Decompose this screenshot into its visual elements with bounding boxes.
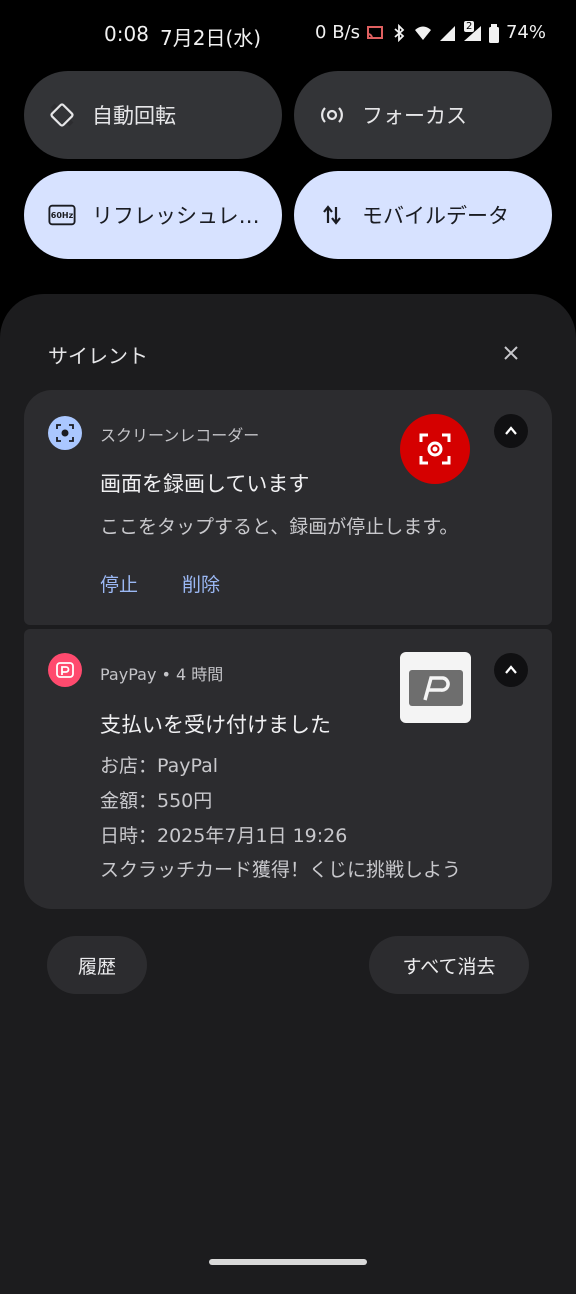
cast-icon <box>366 24 384 42</box>
refresh-rate-icon: 60Hz <box>48 201 76 229</box>
tile-label: モバイルデータ <box>362 204 509 228</box>
focus-icon <box>318 101 346 129</box>
notification-line: 日時：2025年7月1日 19:26 <box>100 825 348 847</box>
notification-line: お店：PayPal <box>100 755 219 777</box>
tile-mobile-data[interactable]: モバイルデータ <box>294 171 552 259</box>
tile-label: 自動回転 <box>92 104 176 128</box>
battery-icon <box>488 23 500 43</box>
screen-recorder-icon <box>48 416 82 450</box>
signal-badge: 2 <box>463 20 475 32</box>
tile-label: リフレッシュレ… <box>92 204 260 228</box>
signal-2-icon: 2 <box>462 20 482 42</box>
stop-button[interactable]: 停止 <box>100 570 138 597</box>
auto-rotate-icon <box>48 101 76 129</box>
paypay-icon <box>48 653 82 687</box>
app-name: スクリーンレコーダー <box>100 426 260 445</box>
notification-text: ここをタップすると、録画が停止します。 <box>100 516 459 538</box>
collapse-button[interactable] <box>494 653 528 687</box>
signal-icon <box>438 24 456 42</box>
chevron-up-icon <box>505 665 517 674</box>
tile-label: フォーカス <box>362 104 467 128</box>
wifi-icon <box>414 24 432 42</box>
battery-percent: 74% <box>505 22 546 43</box>
status-time: 0:08 <box>104 22 149 46</box>
net-speed: 0 B/s <box>315 22 360 43</box>
mobile-data-icon <box>318 201 346 229</box>
section-title: サイレント <box>48 344 148 368</box>
app-name: PayPay <box>100 665 157 684</box>
notification-line: 金額：550円 <box>100 790 213 812</box>
delete-button[interactable]: 削除 <box>182 570 220 597</box>
close-icon[interactable] <box>498 340 524 366</box>
collapse-button[interactable] <box>494 414 528 448</box>
status-date: 7月2日(水) <box>160 26 262 50</box>
app-header: PayPay • 4 時間 <box>100 665 224 684</box>
tile-focus[interactable]: フォーカス <box>294 71 552 159</box>
tile-refresh-rate[interactable]: 60Hz リフレッシュレ… <box>24 171 282 259</box>
tile-auto-rotate[interactable]: 自動回転 <box>24 71 282 159</box>
history-button[interactable]: 履歴 <box>47 936 147 994</box>
status-icons: 0 B/s 2 74% <box>315 20 546 43</box>
notification-title: 支払いを受け付けました <box>100 713 331 737</box>
status-bar: 0:08 7月2日(水) 0 B/s 2 74% <box>0 0 576 72</box>
chevron-up-icon <box>505 426 517 435</box>
record-icon <box>400 414 470 484</box>
paypay-card-icon <box>400 652 471 723</box>
notification-screen-recorder[interactable]: スクリーンレコーダー 画面を録画しています ここをタップすると、録画が停止します… <box>24 390 552 625</box>
notification-time: 4 時間 <box>176 665 224 684</box>
refresh-rate-icon-text: 60Hz <box>50 210 74 220</box>
notification-line: スクラッチカード獲得！くじに挑戦しよう <box>100 859 462 881</box>
clear-all-button[interactable]: すべて消去 <box>369 936 529 994</box>
notification-title: 画面を録画しています <box>100 472 310 496</box>
notification-paypay[interactable]: PayPay • 4 時間 支払いを受け付けました お店：PayPal 金額：5… <box>24 629 552 909</box>
gesture-nav-bar[interactable] <box>209 1259 367 1265</box>
bluetooth-icon <box>390 23 408 42</box>
